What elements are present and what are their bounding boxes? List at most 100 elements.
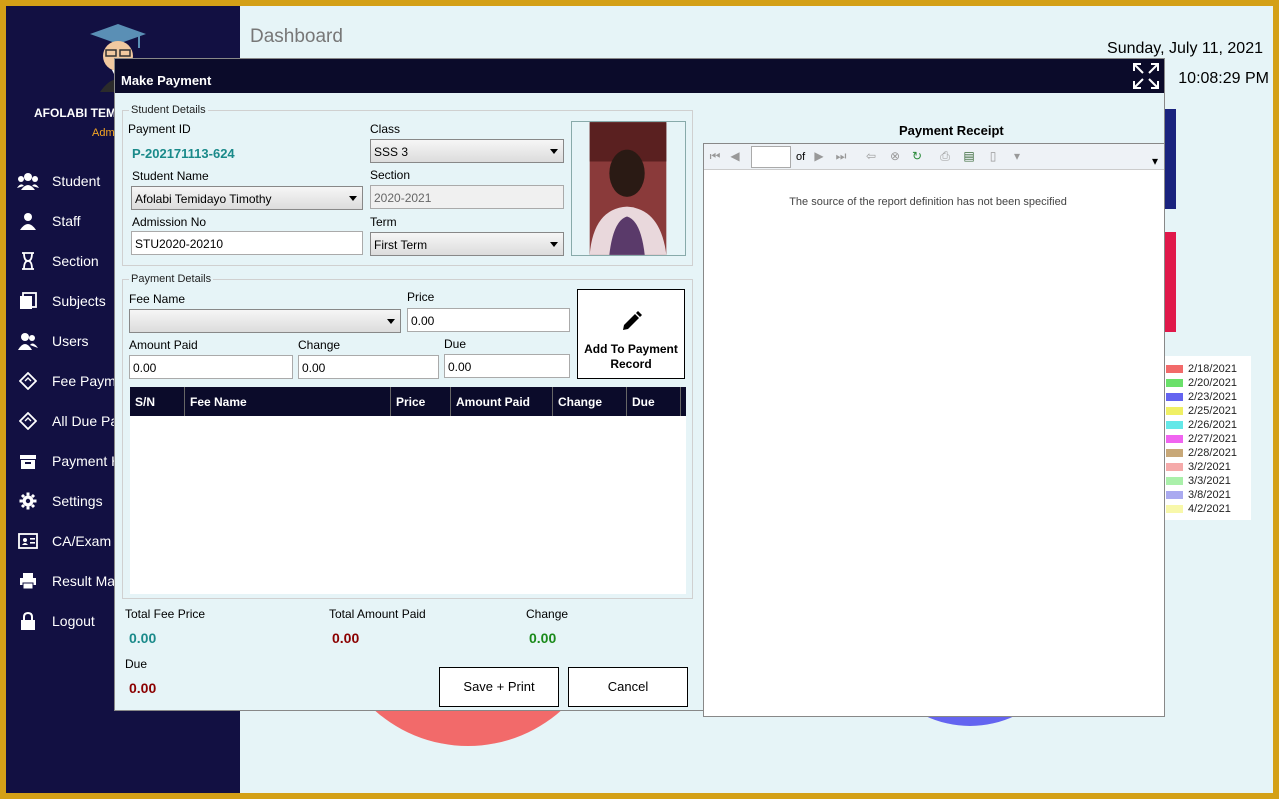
price-field[interactable]: 0.00 [407, 308, 570, 332]
student-photo [571, 121, 686, 256]
pencil-icon [623, 311, 642, 330]
sidebar-item-label: Payment H [52, 453, 122, 469]
sidebar-item-label: Logout [52, 613, 95, 629]
ticket-icon [16, 411, 40, 431]
legend-label: 3/3/2021 [1188, 475, 1231, 487]
app-window: AFOLABI TEM Admi Student Staff Section S… [6, 6, 1273, 793]
column-header-change[interactable]: Change [553, 387, 627, 416]
expand-icon[interactable] [1132, 62, 1160, 90]
legend-item: 2/25/2021 [1156, 404, 1251, 418]
add-button-label: Add To Payment Record [584, 342, 678, 371]
change-field[interactable]: 0.00 [298, 355, 439, 379]
due-field[interactable]: 0.00 [444, 354, 570, 378]
sidebar-item-label: Subjects [52, 293, 106, 309]
total-amount-paid-label: Total Amount Paid [329, 607, 426, 621]
legend-swatch [1166, 505, 1183, 513]
current-date: Sunday, July 11, 2021 [1107, 40, 1263, 57]
payment-id-value: P-202171113-624 [132, 146, 235, 161]
legend-item: 2/20/2021 [1156, 376, 1251, 390]
section-label: Section [370, 168, 411, 182]
column-header-sn[interactable]: S/N [130, 387, 185, 416]
stop-icon[interactable]: ⊗ [888, 149, 902, 163]
legend-item: 2/18/2021 [1156, 362, 1251, 376]
column-header-due[interactable]: Due [627, 387, 681, 416]
next-page-icon[interactable]: ▶ [812, 149, 826, 163]
hourglass-icon [16, 251, 40, 271]
legend-swatch [1166, 463, 1183, 471]
legend-item: 2/23/2021 [1156, 390, 1251, 404]
page-setup-icon[interactable]: ▯ [986, 149, 1000, 163]
total-due-value: 0.00 [129, 680, 157, 696]
print-layout-icon[interactable]: ▤ [962, 149, 976, 163]
lock-icon [16, 611, 40, 631]
sidebar-item-label: Staff [52, 213, 81, 229]
amount-paid-field[interactable]: 0.00 [129, 355, 293, 379]
class-select[interactable]: SSS 3 [370, 139, 564, 163]
person-icon [16, 211, 40, 231]
due-label: Due [444, 337, 467, 351]
save-print-button[interactable]: Save + Print [439, 667, 559, 707]
total-amount-paid-value: 0.00 [332, 630, 360, 646]
chevron-down-icon [550, 242, 558, 247]
sidebar-item-label: CA/Exam S [52, 533, 122, 549]
basket-icon [16, 451, 40, 471]
column-header-amount-paid[interactable]: Amount Paid [451, 387, 553, 416]
user-group-icon [16, 331, 40, 351]
refresh-icon[interactable]: ↻ [910, 149, 924, 163]
section-field[interactable]: 2020-2021 [370, 185, 564, 209]
term-select[interactable]: First Term [370, 232, 564, 256]
fee-name-select[interactable] [129, 309, 401, 333]
page-number-input[interactable] [751, 146, 791, 168]
amount-paid-label: Amount Paid [129, 338, 198, 352]
student-name-label: Student Name [132, 169, 209, 183]
legend-swatch [1166, 407, 1183, 415]
previous-page-icon[interactable]: ◀ [728, 149, 742, 163]
payment-details-legend: Payment Details [129, 273, 214, 285]
legend-item: 4/2/2021 [1156, 502, 1251, 516]
legend-swatch [1166, 365, 1183, 373]
legend-swatch [1166, 477, 1183, 485]
total-fee-price-label: Total Fee Price [125, 607, 206, 621]
total-due-label: Due [125, 657, 148, 671]
toolbar-overflow-icon[interactable]: ▾ [1148, 154, 1162, 168]
legend-label: 2/27/2021 [1188, 433, 1237, 445]
legend-label: 2/20/2021 [1188, 377, 1237, 389]
admission-no-field[interactable]: STU2020-20210 [131, 231, 363, 255]
change-label: Change [298, 338, 341, 352]
sidebar-item-label: Users [52, 333, 89, 349]
sidebar-item-label: Fee Paym [52, 373, 116, 389]
report-viewer: ⏮ ◀ of ▶ ⏭ ⇦ ⊗ ↻ ⎙ ▤ ▯ ▾ ▾ The source of… [703, 143, 1165, 717]
legend-item: 2/28/2021 [1156, 446, 1251, 460]
last-page-icon[interactable]: ⏭ [834, 149, 848, 163]
add-to-payment-record-button[interactable]: Add To Payment Record [577, 289, 685, 379]
payment-id-label: Payment ID [128, 122, 191, 136]
legend-label: 3/2/2021 [1188, 461, 1231, 473]
cancel-button[interactable]: Cancel [568, 667, 688, 707]
legend-label: 2/18/2021 [1188, 363, 1237, 375]
legend-item: 2/27/2021 [1156, 432, 1251, 446]
legend-item: 3/3/2021 [1156, 474, 1251, 488]
table-header: S/N Fee Name Price Amount Paid Change Du… [130, 387, 686, 416]
gear-icon [16, 491, 40, 511]
legend-swatch [1166, 379, 1183, 387]
report-message: The source of the report definition has … [789, 196, 1067, 208]
chevron-down-icon [349, 196, 357, 201]
print-icon[interactable]: ⎙ [938, 149, 952, 163]
column-header-fee-name[interactable]: Fee Name [185, 387, 391, 416]
sidebar-item-label: Result Mar [52, 573, 120, 589]
dialog-header: Make Payment [115, 59, 1164, 93]
users-icon [16, 171, 40, 191]
legend-item: 3/8/2021 [1156, 488, 1251, 502]
printer-icon [16, 571, 40, 591]
back-icon[interactable]: ⇦ [864, 149, 878, 163]
chevron-down-icon [387, 319, 395, 324]
payment-items-table[interactable]: S/N Fee Name Price Amount Paid Change Du… [130, 387, 686, 594]
student-name-select[interactable]: Afolabi Temidayo Timothy [131, 186, 363, 210]
first-page-icon[interactable]: ⏮ [708, 149, 722, 163]
legend-label: 2/23/2021 [1188, 391, 1237, 403]
current-time: 10:08:29 PM [1178, 70, 1269, 87]
legend-swatch [1166, 421, 1183, 429]
column-header-price[interactable]: Price [391, 387, 451, 416]
export-icon[interactable]: ▾ [1010, 149, 1024, 163]
total-change-value: 0.00 [529, 630, 557, 646]
